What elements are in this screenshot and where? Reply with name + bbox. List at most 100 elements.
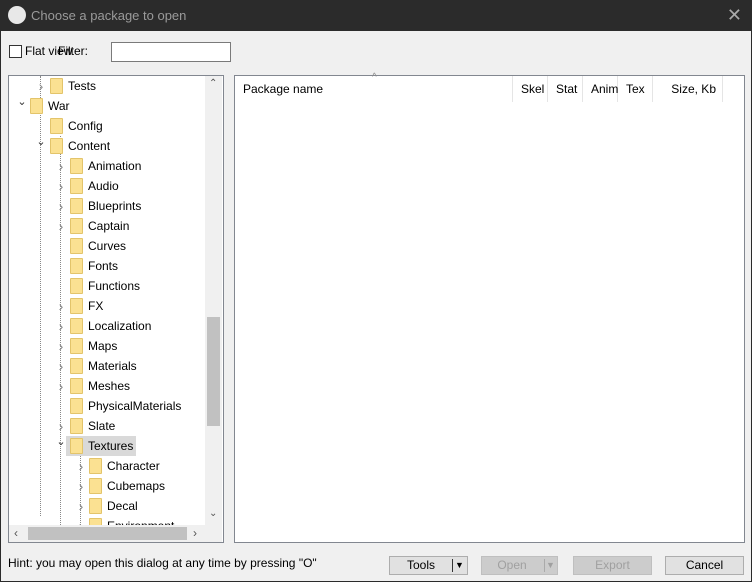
tree-item[interactable]: › Blueprints — [9, 196, 205, 216]
tree-item[interactable]: › Tests — [9, 76, 205, 96]
filter-input[interactable] — [111, 42, 231, 62]
window-title: Choose a package to open — [31, 8, 187, 23]
folder-icon — [50, 78, 63, 94]
open-button[interactable]: Open ▼ — [481, 556, 558, 575]
tree-item-label: Cubemaps — [107, 479, 166, 493]
folder-icon — [89, 478, 102, 494]
vertical-scroll-thumb[interactable] — [207, 317, 220, 426]
tree-item[interactable]: › Animation — [9, 156, 205, 176]
folder-icon — [89, 498, 102, 514]
column-header[interactable]: Tex — [618, 76, 653, 102]
folder-icon — [89, 458, 102, 474]
tree-item[interactable]: › Audio — [9, 176, 205, 196]
close-icon[interactable]: ✕ — [727, 5, 742, 26]
chevron-down-icon[interactable]: ⌄ — [56, 432, 66, 452]
chevron-right-icon[interactable]: › — [56, 356, 66, 376]
chevron-right-icon[interactable]: › — [56, 216, 66, 236]
scroll-down-icon[interactable]: ⌄ — [209, 508, 217, 519]
open-label: Open — [497, 558, 527, 572]
tree-item-label: Maps — [88, 339, 118, 353]
scroll-left-icon[interactable]: ‹ — [14, 526, 18, 540]
filter-label: Filter: — [58, 44, 88, 58]
tree-item[interactable]: Functions — [9, 276, 205, 296]
chevron-right-icon[interactable]: › — [76, 456, 86, 476]
folder-icon — [70, 238, 83, 254]
chevron-down-icon[interactable]: ⌄ — [36, 132, 46, 152]
tree-item-label: Materials — [88, 359, 137, 373]
tools-dropdown-icon[interactable]: ▼ — [455, 557, 464, 574]
folder-icon — [70, 398, 83, 414]
folder-icon — [70, 378, 83, 394]
tree-item[interactable]: ⌄ Content — [9, 136, 205, 156]
chevron-right-icon[interactable]: › — [36, 76, 46, 96]
tree-item-label: FX — [88, 299, 104, 313]
horizontal-scrollbar[interactable]: ‹ › — [9, 525, 222, 542]
column-header[interactable]: Stat — [548, 76, 583, 102]
package-list[interactable]: Package name Skel Stat Anim Tex Size, Kb ^ — [234, 72, 745, 543]
folder-icon — [70, 298, 83, 314]
tree-item[interactable]: › Environment — [9, 516, 205, 525]
chevron-right-icon[interactable]: › — [56, 156, 66, 176]
tree-item-label: Config — [68, 119, 103, 133]
tree-item[interactable]: › Cubemaps — [9, 476, 205, 496]
title-bar: Choose a package to open ✕ — [0, 0, 752, 31]
tools-button[interactable]: Tools ▼ — [389, 556, 468, 575]
dialog-body: Flat view Filter: › Tests ⌄ War Config ⌄ Conte… — [1, 31, 751, 581]
package-tree[interactable]: › Tests ⌄ War Config ⌄ Content › Animation › Audio… — [8, 75, 224, 543]
tools-label: Tools — [406, 558, 435, 572]
folder-icon — [70, 438, 83, 454]
unreal-logo-icon — [8, 6, 26, 24]
hint-text: Hint: you may open this dialog at any ti… — [8, 556, 317, 570]
chevron-right-icon[interactable]: › — [76, 516, 86, 525]
tree-item[interactable]: › FX — [9, 296, 205, 316]
tree-item-label: Decal — [107, 499, 138, 513]
scroll-right-icon[interactable]: › — [193, 526, 197, 540]
chevron-right-icon[interactable]: › — [56, 196, 66, 216]
flat-view-checkbox[interactable] — [9, 45, 22, 58]
chevron-right-icon[interactable]: › — [76, 476, 86, 496]
tree-item[interactable]: › Captain — [9, 216, 205, 236]
tree-item[interactable]: › Meshes — [9, 376, 205, 396]
folder-icon — [70, 338, 83, 354]
tree-item[interactable]: › Maps — [9, 336, 205, 356]
scroll-up-icon[interactable]: ⌃ — [209, 78, 217, 89]
chevron-down-icon[interactable]: ⌄ — [17, 92, 27, 112]
horizontal-scroll-thumb[interactable] — [28, 527, 187, 540]
folder-icon — [70, 318, 83, 334]
tree-item[interactable]: Fonts — [9, 256, 205, 276]
tree-item[interactable]: › Slate — [9, 416, 205, 436]
chevron-right-icon[interactable]: › — [56, 336, 66, 356]
folder-icon — [70, 258, 83, 274]
tree-item-label: War — [48, 99, 70, 113]
chevron-right-icon[interactable]: › — [56, 316, 66, 336]
export-button[interactable]: Export — [573, 556, 652, 575]
tree-item[interactable]: Curves — [9, 236, 205, 256]
tree-item-label: PhysicalMaterials — [88, 399, 182, 413]
tree-item[interactable]: ⌄ Textures — [9, 436, 205, 456]
folder-icon — [30, 98, 43, 114]
tree-item-label: Fonts — [88, 259, 119, 273]
chevron-right-icon[interactable]: › — [56, 376, 66, 396]
open-dropdown-icon[interactable]: ▼ — [546, 557, 555, 574]
column-header[interactable]: Skel — [513, 76, 548, 102]
chevron-right-icon[interactable]: › — [56, 296, 66, 316]
tree-item[interactable]: › Decal — [9, 496, 205, 516]
tree-item-label: Captain — [88, 219, 130, 233]
tree-item-label: Blueprints — [88, 199, 142, 213]
tree-item[interactable]: ⌄ War — [9, 96, 205, 116]
folder-icon — [70, 178, 83, 194]
column-header[interactable]: Size, Kb — [653, 76, 723, 102]
chevron-right-icon[interactable]: › — [76, 496, 86, 516]
tree-item[interactable]: › Materials — [9, 356, 205, 376]
cancel-button[interactable]: Cancel — [665, 556, 744, 575]
tree-item[interactable]: PhysicalMaterials — [9, 396, 205, 416]
tree-item[interactable]: › Character — [9, 456, 205, 476]
tree-item-label: Content — [68, 139, 111, 153]
vertical-scrollbar[interactable]: ⌃ ⌄ — [205, 76, 222, 525]
tree-item[interactable]: › Localization — [9, 316, 205, 336]
column-header[interactable]: Anim — [583, 76, 618, 102]
tree-item-label: Audio — [88, 179, 119, 193]
chevron-right-icon[interactable]: › — [56, 176, 66, 196]
sort-indicator-icon: ^ — [372, 72, 377, 83]
tree-item-label: Localization — [88, 319, 152, 333]
